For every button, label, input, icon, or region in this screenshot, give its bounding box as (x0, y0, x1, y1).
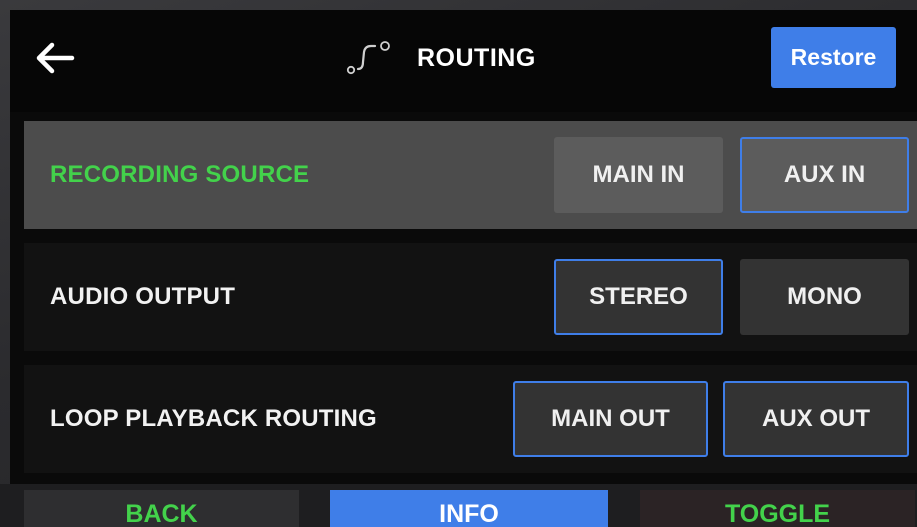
row-label: RECORDING SOURCE (50, 161, 310, 188)
option-stereo[interactable]: STEREO (554, 259, 723, 335)
option-mono[interactable]: MONO (740, 259, 909, 335)
routing-icon (345, 40, 397, 76)
option-main-out[interactable]: MAIN OUT (513, 381, 708, 457)
softkey-info[interactable]: INFO (330, 490, 608, 527)
row-label: LOOP PLAYBACK ROUTING (50, 405, 377, 432)
softkey-bar: BACK INFO TOGGLE (0, 484, 917, 527)
row-loop-playback-routing[interactable]: LOOP PLAYBACK ROUTING MAIN OUT AUX OUT (24, 365, 917, 473)
option-aux-out[interactable]: AUX OUT (723, 381, 909, 457)
title-group: ROUTING (345, 40, 536, 76)
option-aux-in[interactable]: AUX IN (740, 137, 909, 213)
softkey-back[interactable]: BACK (24, 490, 299, 527)
softkey-toggle[interactable]: TOGGLE (640, 490, 915, 527)
header-bar: ROUTING Restore (10, 10, 917, 112)
device-screen: ROUTING Restore RECORDING SOURCE MAIN IN… (10, 10, 917, 484)
page-title: ROUTING (417, 43, 536, 72)
row-recording-source[interactable]: RECORDING SOURCE MAIN IN AUX IN (24, 121, 917, 229)
option-main-in[interactable]: MAIN IN (554, 137, 723, 213)
restore-button[interactable]: Restore (771, 27, 896, 88)
arrow-left-icon[interactable] (32, 40, 78, 76)
row-audio-output[interactable]: AUDIO OUTPUT STEREO MONO (24, 243, 917, 351)
row-label: AUDIO OUTPUT (50, 283, 236, 310)
